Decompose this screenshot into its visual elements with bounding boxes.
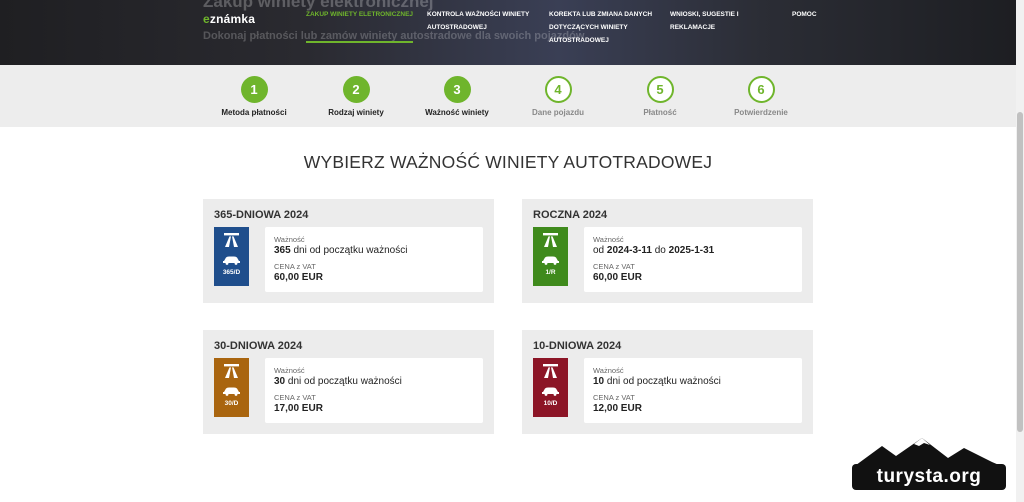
card-info: Ważność od 2024-3-11 do 2025-1-31 CENA z V… xyxy=(584,227,802,292)
motorway-icon xyxy=(543,233,558,247)
validity-part: 30 xyxy=(274,376,286,387)
step-circle: 6 xyxy=(747,76,775,103)
step-circle: 3 xyxy=(443,76,471,103)
step-5: 5 Płatność xyxy=(610,76,710,117)
vignette-badge: 10/D xyxy=(533,358,568,417)
validity-label: Ważność xyxy=(593,235,624,244)
validity-value: od 2024-3-11 do 2025-1-31 xyxy=(593,244,802,257)
logo-prefix: e xyxy=(203,12,210,26)
badge-code: 10/D xyxy=(543,400,558,407)
step-label: Ważność winiety xyxy=(425,108,489,117)
vignette-badge: 1/R xyxy=(533,227,568,286)
step-label: Potwierdzenie xyxy=(734,108,788,117)
nav-item-help[interactable]: POMOC xyxy=(792,8,817,21)
validity-value: 365 dni od początku ważności xyxy=(274,244,483,257)
nav-item-label-line: KONTROLA WAŻNOŚCI WINIETY xyxy=(427,11,530,18)
price-value: 17,00 EUR xyxy=(274,403,323,414)
page-title: WYBIERZ WAŻNOŚĆ WINIETY AUTOTRADOWEJ xyxy=(303,152,713,172)
validity-value: 30 dni od początku ważności xyxy=(274,375,483,388)
nav-item-validity-check[interactable]: KONTROLA WAŻNOŚCI WINIETY AUTOSTRADOWEJ xyxy=(427,8,529,34)
card-title: 365-DNIOWA 2024 xyxy=(214,209,309,221)
validity-part: 2025-1-31 xyxy=(668,245,715,256)
badge-code: 30/D xyxy=(224,400,239,407)
step-circle: 1 xyxy=(240,76,268,103)
nav-item-label-line: DOTYCZĄCYCH WINIETY xyxy=(549,24,628,31)
nav-item-data-correction[interactable]: KOREKTA LUB ZMIANA DANYCH DOTYCZĄCYCH WIN… xyxy=(549,8,652,47)
step-circle: 5 xyxy=(646,76,674,103)
step-3: 3 Ważność winiety xyxy=(407,76,507,117)
nav-item-label-line: AUTOSTRADOWEJ xyxy=(427,24,487,31)
nav-item-buy-vignette[interactable]: ZAKUP WINIETY ELETRONICZNEJ xyxy=(306,8,413,21)
price-value: 60,00 EUR xyxy=(274,272,323,283)
step-6: 6 Potwierdzenie xyxy=(711,76,811,117)
logo[interactable]: eznámka xyxy=(203,12,255,26)
nav-item-label-line: ZAKUP WINIETY ELETRONICZNEJ xyxy=(306,11,414,18)
badge-code: 1/R xyxy=(545,269,556,276)
card-info: Ważność 30 dni od początku ważności CENA z… xyxy=(265,358,483,423)
nav-active-underline xyxy=(306,41,413,43)
motorway-icon xyxy=(543,364,558,378)
step-1: 1 Metoda płatności xyxy=(204,76,304,117)
validity-part: dni od początku ważności xyxy=(290,245,408,256)
price-label: CENA z VAT xyxy=(274,262,316,271)
validity-part: 2024-3-11 xyxy=(606,245,652,256)
car-icon xyxy=(541,383,560,396)
validity-part: od xyxy=(593,245,607,256)
nav-item-label-line: KOREKTA LUB ZMIANA DANYCH xyxy=(549,11,653,18)
validity-label: Ważność xyxy=(274,366,305,375)
validity-part: dni od początku ważności xyxy=(285,376,402,387)
card-info: Ważność 10 dni od początku ważności CENA z… xyxy=(584,358,802,423)
validity-part: 365 xyxy=(274,245,291,256)
logo-text: známka xyxy=(209,12,256,26)
step-circle: 2 xyxy=(342,76,370,103)
price-value: 60,00 EUR xyxy=(593,272,642,283)
motorway-icon xyxy=(224,364,239,378)
nav-item-label-line: WNIOSKI, SUGESTIE I xyxy=(670,11,739,18)
header: Zakup winiety elektronicznej Dokonaj pła… xyxy=(0,0,1016,65)
step-4: 4 Dane pojazdu xyxy=(508,76,608,117)
validity-part: 10 xyxy=(593,376,605,387)
car-icon xyxy=(222,383,241,396)
vignette-badge: 365/D xyxy=(214,227,249,286)
step-label: Płatność xyxy=(643,108,677,117)
vignette-option-annual[interactable]: ROCZNA 2024 1/R Ważność od 2024-3-11 do 202… xyxy=(522,199,813,303)
nav-item-label-line: AUTOSTRADOWEJ xyxy=(549,37,609,44)
scrollbar[interactable] xyxy=(1016,0,1024,502)
watermark-logo: turysta.org xyxy=(852,436,1006,494)
motorway-icon xyxy=(224,233,239,247)
price-label: CENA z VAT xyxy=(593,393,635,402)
step-label: Dane pojazdu xyxy=(531,108,584,117)
card-title: 10-DNIOWA 2024 xyxy=(533,340,622,352)
vignette-option-10-day[interactable]: 10-DNIOWA 2024 10/D Ważność 10 dni od począ… xyxy=(522,330,813,434)
vignette-badge: 30/D xyxy=(214,358,249,417)
card-info: Ważność 365 dni od początku ważności CENA … xyxy=(265,227,483,292)
nav-item-label-line: REKLAMACJE xyxy=(670,24,716,31)
validity-label: Ważność xyxy=(274,235,305,244)
vignette-option-365-day[interactable]: 365-DNIOWA 2024 365/D Ważność 365 dni od po… xyxy=(203,199,494,303)
vignette-option-30-day[interactable]: 30-DNIOWA 2024 30/D Ważność 30 dni od począ… xyxy=(203,330,494,434)
progress-steps: 1 Metoda płatności 2 Rodzaj winiety 3 Wa… xyxy=(0,65,1016,127)
badge-code: 365/D xyxy=(222,269,241,276)
price-label: CENA z VAT xyxy=(274,393,316,402)
nav-item-label-line: POMOC xyxy=(792,11,817,18)
card-title: ROCZNA 2024 xyxy=(533,209,608,221)
card-title: 30-DNIOWA 2024 xyxy=(214,340,303,352)
step-circle: 4 xyxy=(544,76,572,103)
watermark-text: turysta.org xyxy=(852,464,1006,490)
car-icon xyxy=(222,252,241,265)
price-value: 12,00 EUR xyxy=(593,403,642,414)
car-icon xyxy=(541,252,560,265)
validity-part: do xyxy=(651,245,669,256)
step-label: Rodzaj winiety xyxy=(328,108,384,117)
step-label: Metoda płatności xyxy=(221,108,287,117)
validity-value: 10 dni od początku ważności xyxy=(593,375,802,388)
validity-part: dni od początku ważności xyxy=(604,376,721,387)
validity-label: Ważność xyxy=(593,366,624,375)
step-2: 2 Rodzaj winiety xyxy=(306,76,406,117)
nav-item-complaints[interactable]: WNIOSKI, SUGESTIE I REKLAMACJE xyxy=(670,8,739,34)
price-label: CENA z VAT xyxy=(593,262,635,271)
scrollbar-thumb[interactable] xyxy=(1017,112,1023,432)
